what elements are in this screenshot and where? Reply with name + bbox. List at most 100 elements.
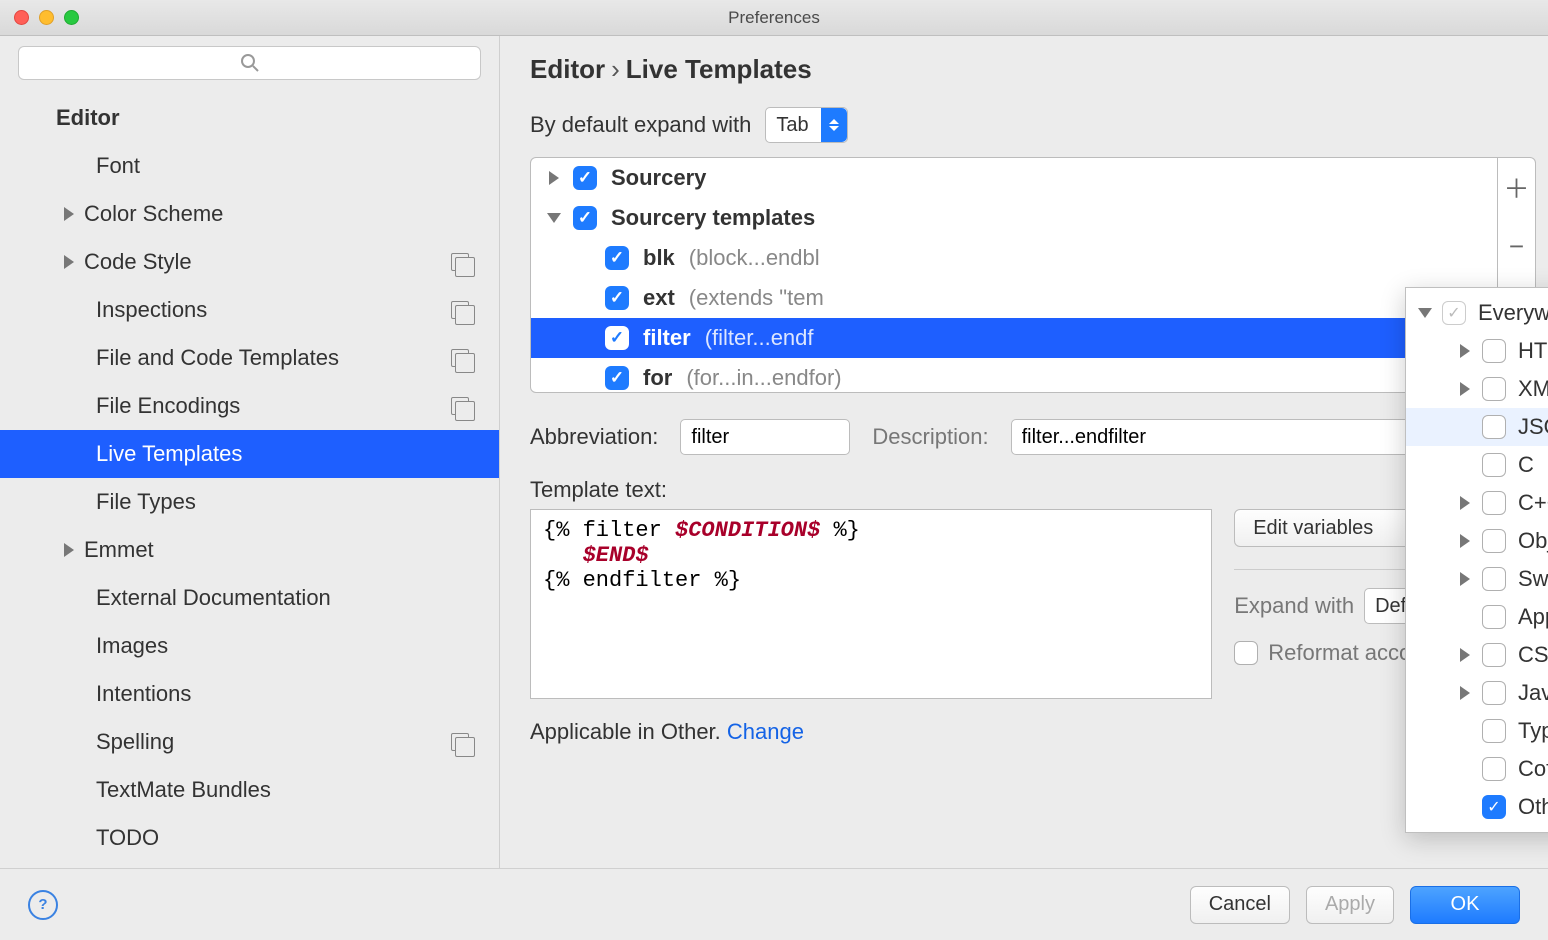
chevron-right-icon	[64, 255, 74, 269]
chevron-right-icon	[1460, 572, 1470, 586]
chevron-right-icon	[64, 207, 74, 221]
expand-with-label: Expand with	[1234, 593, 1354, 619]
checkbox[interactable]	[1442, 301, 1466, 325]
template-item-filter[interactable]: filter (filter...endf	[531, 318, 1497, 358]
sidebar-tree: Editor Font Color Scheme Code Style Insp…	[0, 94, 499, 862]
checkbox[interactable]	[605, 246, 629, 270]
sidebar-item-todo[interactable]: TODO	[0, 814, 499, 862]
checkbox[interactable]	[1482, 643, 1506, 667]
project-icon	[451, 397, 469, 415]
popup-item-applescript[interactable]: AppleScript	[1406, 598, 1548, 636]
breadcrumb-separator: ›	[611, 54, 620, 84]
checkbox[interactable]	[1482, 377, 1506, 401]
sidebar-item-code-style[interactable]: Code Style	[0, 238, 499, 286]
checkbox[interactable]	[573, 206, 597, 230]
apply-button[interactable]: Apply	[1306, 886, 1394, 924]
checkbox[interactable]	[1482, 605, 1506, 629]
checkbox[interactable]	[1482, 453, 1506, 477]
chevron-right-icon	[549, 171, 559, 185]
sidebar: Editor Font Color Scheme Code Style Insp…	[0, 36, 500, 868]
checkbox[interactable]	[1482, 795, 1506, 819]
project-icon	[451, 349, 469, 367]
checkbox[interactable]	[1482, 681, 1506, 705]
sidebar-item-emmet[interactable]: Emmet	[0, 526, 499, 574]
search-icon	[240, 53, 260, 73]
chevron-down-icon	[547, 213, 561, 223]
popup-item-css[interactable]: CSS	[1406, 636, 1548, 674]
sidebar-item-font[interactable]: Font	[0, 142, 499, 190]
sidebar-item-spelling[interactable]: Spelling	[0, 718, 499, 766]
checkbox[interactable]	[1482, 757, 1506, 781]
chevron-right-icon	[1460, 382, 1470, 396]
popup-item-other[interactable]: Other	[1406, 788, 1548, 826]
popup-item-c[interactable]: C	[1406, 446, 1548, 484]
template-item-blk[interactable]: blk (block...endbl	[531, 238, 1497, 278]
search-input[interactable]	[18, 46, 481, 80]
preferences-window: Preferences Editor Font Color Scheme Cod…	[0, 0, 1548, 940]
templates-list: Sourcery Sourcery templates blk (block..…	[530, 157, 1498, 393]
cancel-button[interactable]: Cancel	[1190, 886, 1290, 924]
sidebar-item-file-code-templates[interactable]: File and Code Templates	[0, 334, 499, 382]
breadcrumb: Editor›Live Templates	[530, 54, 1536, 85]
checkbox[interactable]	[1482, 529, 1506, 553]
checkbox[interactable]	[1482, 567, 1506, 591]
help-button[interactable]: ?	[28, 890, 58, 920]
checkbox[interactable]	[605, 326, 629, 350]
window-title: Preferences	[0, 8, 1548, 28]
sidebar-item-external-documentation[interactable]: External Documentation	[0, 574, 499, 622]
sidebar-item-intentions[interactable]: Intentions	[0, 670, 499, 718]
dialog-footer: ? Cancel Apply OK	[0, 868, 1548, 940]
description-label: Description:	[872, 424, 988, 450]
chevron-right-icon	[64, 543, 74, 557]
titlebar: Preferences	[0, 0, 1548, 36]
sidebar-item-textmate-bundles[interactable]: TextMate Bundles	[0, 766, 499, 814]
chevron-right-icon	[1460, 648, 1470, 662]
popup-item-objc[interactable]: Objective-C	[1406, 522, 1548, 560]
popup-item-cpp[interactable]: C++	[1406, 484, 1548, 522]
remove-button[interactable]: −	[1498, 217, 1535, 276]
change-link[interactable]: Change	[727, 719, 804, 744]
checkbox[interactable]	[1482, 491, 1506, 515]
popup-item-html[interactable]: HTML	[1406, 332, 1548, 370]
sidebar-item-color-scheme[interactable]: Color Scheme	[0, 190, 499, 238]
checkbox[interactable]	[605, 286, 629, 310]
popup-item-everywhere[interactable]: Everywhere	[1406, 294, 1548, 332]
project-icon	[451, 301, 469, 319]
main-panel: Editor›Live Templates By default expand …	[500, 36, 1548, 868]
popup-item-typescript[interactable]: TypeScript	[1406, 712, 1548, 750]
template-group-sourcery[interactable]: Sourcery	[531, 158, 1497, 198]
chevron-right-icon	[1460, 344, 1470, 358]
popup-item-coffeescript[interactable]: CoffeeScript	[1406, 750, 1548, 788]
abbreviation-input[interactable]	[680, 419, 850, 455]
chevron-down-icon	[1418, 308, 1432, 318]
checkbox[interactable]	[605, 366, 629, 390]
popup-item-javascript[interactable]: JavaScript	[1406, 674, 1548, 712]
checkbox[interactable]	[1482, 415, 1506, 439]
sidebar-item-live-templates[interactable]: Live Templates	[0, 430, 499, 478]
sidebar-item-inspections[interactable]: Inspections	[0, 286, 499, 334]
popup-item-xml[interactable]: XML	[1406, 370, 1548, 408]
checkbox[interactable]	[1482, 339, 1506, 363]
reformat-checkbox[interactable]	[1234, 641, 1258, 665]
sidebar-item-file-types[interactable]: File Types	[0, 478, 499, 526]
chevron-right-icon	[1460, 534, 1470, 548]
popup-item-swift[interactable]: Swift	[1406, 560, 1548, 598]
abbreviation-label: Abbreviation:	[530, 424, 658, 450]
template-group-sourcery-templates[interactable]: Sourcery templates	[531, 198, 1497, 238]
expand-select[interactable]: Tab	[765, 107, 847, 143]
popup-item-json[interactable]: JSON	[1406, 408, 1548, 446]
applicable-context: Applicable in Other. Change	[530, 719, 1536, 745]
sidebar-item-file-encodings[interactable]: File Encodings	[0, 382, 499, 430]
template-text-editor[interactable]: {% filter $CONDITION$ %} $END$ {% endfil…	[530, 509, 1212, 699]
add-button[interactable]: ＋	[1498, 158, 1535, 217]
ok-button[interactable]: OK	[1410, 886, 1520, 924]
template-item-ext[interactable]: ext (extends "tem	[531, 278, 1497, 318]
context-popup: Everywhere HTML XML JSON C C++ Objective…	[1405, 287, 1548, 833]
checkbox[interactable]	[573, 166, 597, 190]
checkbox[interactable]	[1482, 719, 1506, 743]
sidebar-item-images[interactable]: Images	[0, 622, 499, 670]
sidebar-root-editor[interactable]: Editor	[0, 94, 499, 142]
template-item-for[interactable]: for (for...in...endfor)	[531, 358, 1497, 393]
expand-label: By default expand with	[530, 112, 751, 138]
chevron-right-icon	[1460, 496, 1470, 510]
